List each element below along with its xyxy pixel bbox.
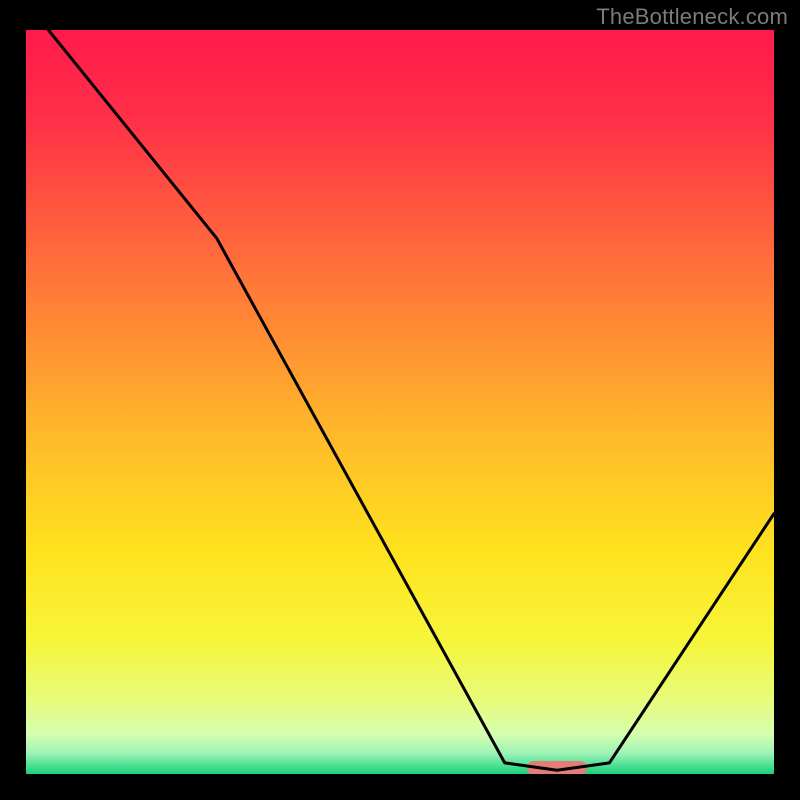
watermark-text: TheBottleneck.com <box>596 4 788 30</box>
plot-area <box>26 30 774 774</box>
chart-frame: TheBottleneck.com <box>0 0 800 800</box>
bottleneck-curve <box>48 30 774 770</box>
curve-layer <box>26 30 774 774</box>
